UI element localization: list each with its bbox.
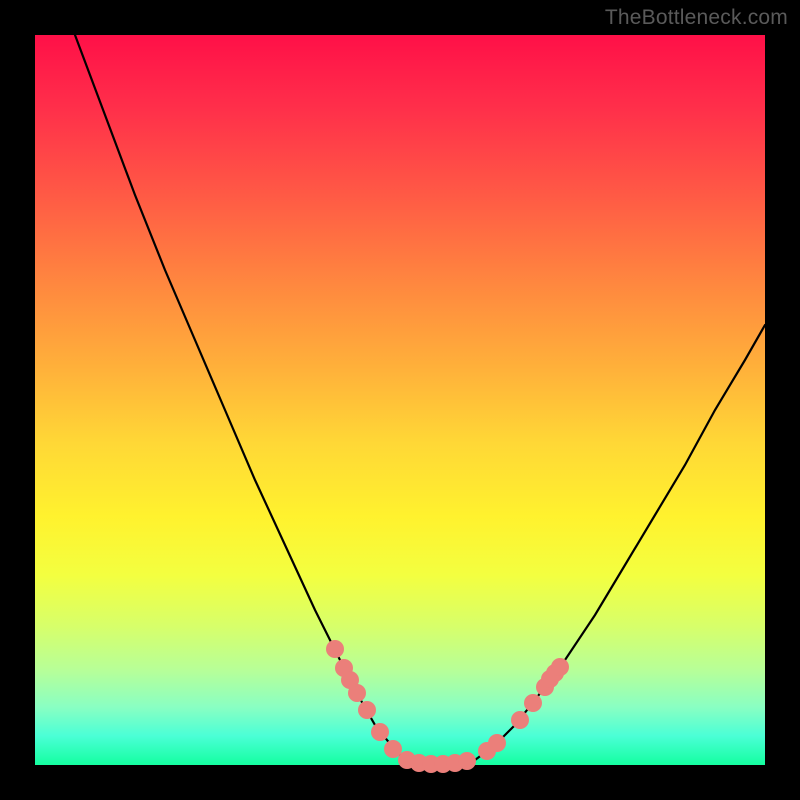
data-point-marker (348, 684, 366, 702)
data-point-marker (524, 694, 542, 712)
bottleneck-curve (35, 35, 765, 765)
chart-plot-area (35, 35, 765, 765)
chart-frame: TheBottleneck.com (0, 0, 800, 800)
data-point-marker (458, 752, 476, 770)
watermark-text: TheBottleneck.com (605, 6, 788, 30)
data-point-marker (358, 701, 376, 719)
data-point-marker (551, 658, 569, 676)
data-point-marker (511, 711, 529, 729)
data-point-marker (326, 640, 344, 658)
data-point-marker (384, 740, 402, 758)
data-point-marker (371, 723, 389, 741)
data-point-marker (488, 734, 506, 752)
